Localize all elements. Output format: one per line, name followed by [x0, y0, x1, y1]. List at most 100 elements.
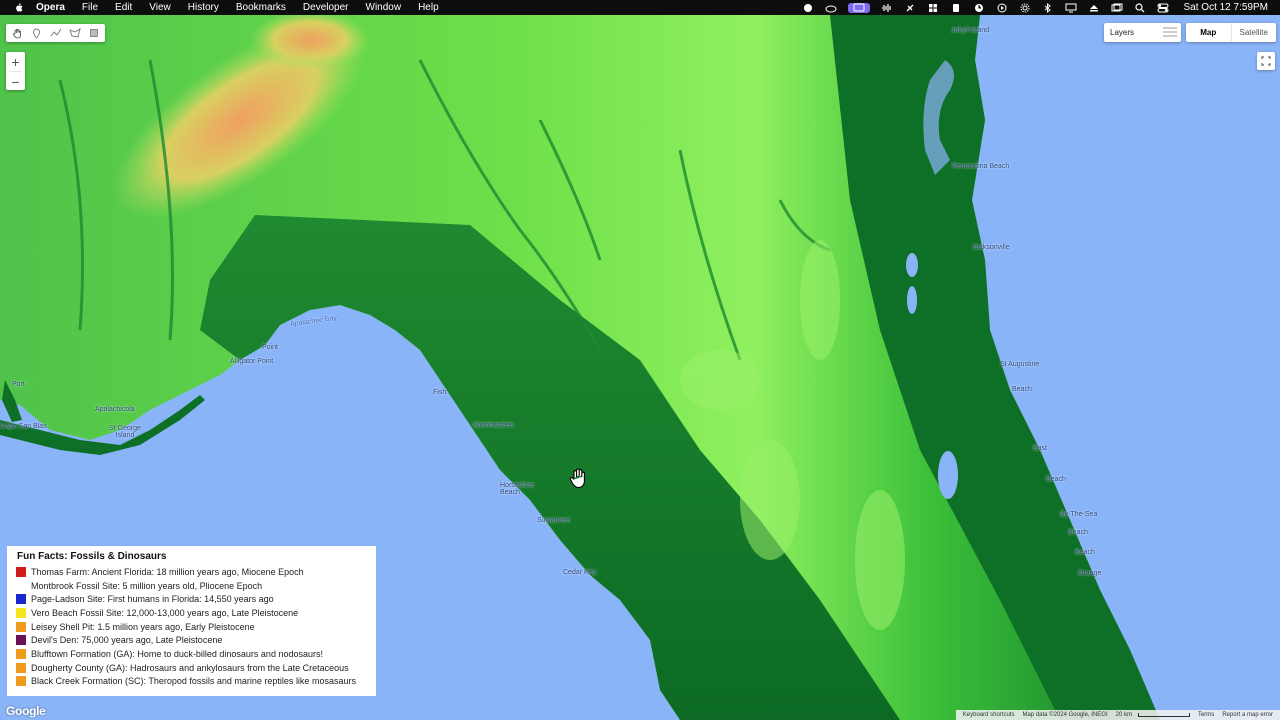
legend-swatch: [16, 648, 26, 659]
terms-link[interactable]: Terms: [1198, 712, 1214, 718]
map-label-beach-4: Beach: [1075, 549, 1095, 556]
legend-item-label: Page-Ladson Site: First humans in Florid…: [31, 594, 274, 605]
map-type-satellite-button[interactable]: Satellite: [1232, 23, 1277, 42]
map-label-beach-2: Beach: [1046, 476, 1066, 483]
legend-item: Devil's Den: 75,000 years ago, Late Plei…: [16, 633, 367, 647]
map-type-control: Map Satellite: [1186, 23, 1276, 42]
map-label-apalachicola: Apalachicola: [95, 406, 135, 413]
fullscreen-button[interactable]: [1257, 52, 1275, 70]
map-label-st-augustine: St Augustine: [1000, 361, 1040, 368]
map-legend: Fun Facts: Fossils & Dinosaurs Thomas Fa…: [7, 546, 376, 696]
legend-swatch: [16, 662, 26, 673]
legend-item: Leisey Shell Pit: 1.5 million years ago,…: [16, 620, 367, 634]
legend-item-label: Blufftown Formation (GA): Home to duck-b…: [31, 648, 323, 659]
scale-label[interactable]: 20 km: [1116, 712, 1132, 718]
legend-swatch: [16, 621, 26, 632]
marker-pin-icon[interactable]: [27, 24, 46, 42]
map-label-by-the-sea: By-The-Sea: [1060, 511, 1098, 518]
tag-icon[interactable]: [950, 3, 962, 13]
google-logo[interactable]: Google: [6, 704, 46, 718]
legend-item-label: Montbrook Fossil Site: 5 million years o…: [31, 580, 263, 591]
layers-icon: [1163, 26, 1177, 38]
menu-edit[interactable]: Edit: [115, 0, 132, 15]
eject-icon[interactable]: [1088, 3, 1100, 13]
legend-swatch: [16, 607, 26, 618]
map-label-cedar-key: Cedar Key: [563, 569, 597, 576]
legend-title: Fun Facts: Fossils & Dinosaurs: [17, 551, 167, 562]
legend-item-label: Vero Beach Fossil Site: 12,000-13,000 ye…: [31, 607, 299, 618]
map-label-point: Point: [262, 344, 278, 351]
map-label-beach-1: Beach: [1012, 386, 1032, 393]
menu-view[interactable]: View: [149, 0, 171, 15]
legend-item: Dougherty County (GA): Hadrosaurs and an…: [16, 661, 367, 675]
apple-icon[interactable]: [13, 2, 24, 13]
map-type-map-button[interactable]: Map: [1186, 23, 1232, 42]
map-label-horseshoe-beach: Horseshoe Beach: [500, 482, 534, 496]
legend-item: Montbrook Fossil Site: 5 million years o…: [16, 579, 367, 593]
legend-item: Thomas Farm: Ancient Florida: 18 million…: [16, 565, 367, 579]
menu-developer[interactable]: Developer: [303, 0, 349, 15]
polygon-icon[interactable]: [65, 24, 84, 42]
menu-bookmarks[interactable]: Bookmarks: [236, 0, 286, 15]
legend-item: Blufftown Formation (GA): Home to duck-b…: [16, 647, 367, 661]
script-icon[interactable]: [904, 3, 916, 13]
map-label-steinhatchee: Steinhatchee: [473, 422, 514, 429]
menu-help[interactable]: Help: [418, 0, 439, 15]
menu-bar: Opera File Edit View History Bookmarks D…: [0, 0, 1280, 15]
fullscreen-icon: [1261, 56, 1271, 66]
legend-item-label: Dougherty County (GA): Hadrosaurs and an…: [31, 662, 349, 673]
zoom-control: + −: [6, 52, 25, 90]
legend-swatch: [16, 676, 26, 687]
zoom-out-button[interactable]: −: [6, 72, 25, 91]
map-data-attribution[interactable]: Map data ©2024 Google, INEGI: [1022, 712, 1107, 718]
legend-swatch: [16, 581, 26, 591]
legend-swatch: [16, 635, 26, 646]
map-label-alligator-point: Alligator Point: [230, 358, 274, 365]
legend-item: Vero Beach Fossil Site: 12,000-13,000 ye…: [16, 606, 367, 620]
keyboard-shortcuts-link[interactable]: Keyboard shortcuts: [963, 712, 1015, 718]
layers-label: Layers: [1110, 28, 1135, 37]
layers-button[interactable]: Layers: [1104, 23, 1181, 42]
scale-bar[interactable]: [1137, 713, 1190, 717]
hand-pan-icon[interactable]: [8, 24, 27, 42]
drawing-toolbar: [6, 24, 105, 42]
map-label-fernandina-beach: Fernandina Beach: [952, 163, 1010, 170]
display-icon[interactable]: [1065, 3, 1077, 13]
zoom-in-button[interactable]: +: [6, 52, 25, 71]
map-canvas[interactable]: Apalachee Bay Jekyll Island Fernandina B…: [0, 15, 1280, 720]
menubar-clock[interactable]: Sat Oct 12 7:59PM: [1184, 2, 1269, 13]
legend-item: Black Creek Formation (SC): Theropod fos…: [16, 675, 367, 689]
grid-icon[interactable]: [927, 3, 939, 13]
control-center-icon[interactable]: [1157, 3, 1169, 13]
cloud-icon[interactable]: [825, 3, 837, 13]
map-label-beach-3: Beach: [1068, 529, 1088, 536]
map-label-jacksonville: Jacksonville: [972, 244, 1010, 251]
menu-app-opera[interactable]: Opera: [36, 0, 65, 15]
map-label-st-george-island: St George Island: [109, 425, 141, 439]
bluetooth-icon[interactable]: [1042, 2, 1054, 13]
flower-icon[interactable]: [1019, 3, 1031, 13]
screen-share-icon[interactable]: [847, 2, 870, 13]
map-footer: Keyboard shortcuts Map data ©2024 Google…: [955, 710, 1280, 720]
legend-item-label: Thomas Farm: Ancient Florida: 18 million…: [31, 566, 304, 577]
menu-window[interactable]: Window: [366, 0, 402, 15]
map-label-suwannee: Suwannee: [537, 517, 571, 524]
record-icon[interactable]: [802, 3, 814, 13]
window-icon[interactable]: [1111, 3, 1123, 13]
waveform-icon[interactable]: [881, 3, 893, 13]
legend-item-label: Black Creek Formation (SC): Theropod fos…: [31, 676, 356, 687]
search-icon[interactable]: [1134, 2, 1146, 13]
report-map-error-link[interactable]: Report a map error: [1222, 712, 1273, 718]
polyline-icon[interactable]: [46, 24, 65, 42]
map-label-east: East: [1033, 445, 1048, 452]
legend-item-label: Leisey Shell Pit: 1.5 million years ago,…: [31, 621, 255, 632]
map-label-fish: Fish: [433, 389, 447, 396]
map-label-cape-san-blas: Cape San Blas: [0, 423, 47, 430]
menu-history[interactable]: History: [188, 0, 219, 15]
legend-swatch: [16, 594, 26, 605]
rectangle-icon[interactable]: [84, 24, 103, 42]
menu-file[interactable]: File: [82, 0, 98, 15]
play-icon[interactable]: [996, 3, 1008, 13]
map-label-jekyll-island: Jekyll Island: [951, 27, 990, 34]
timer-icon[interactable]: [973, 3, 985, 13]
